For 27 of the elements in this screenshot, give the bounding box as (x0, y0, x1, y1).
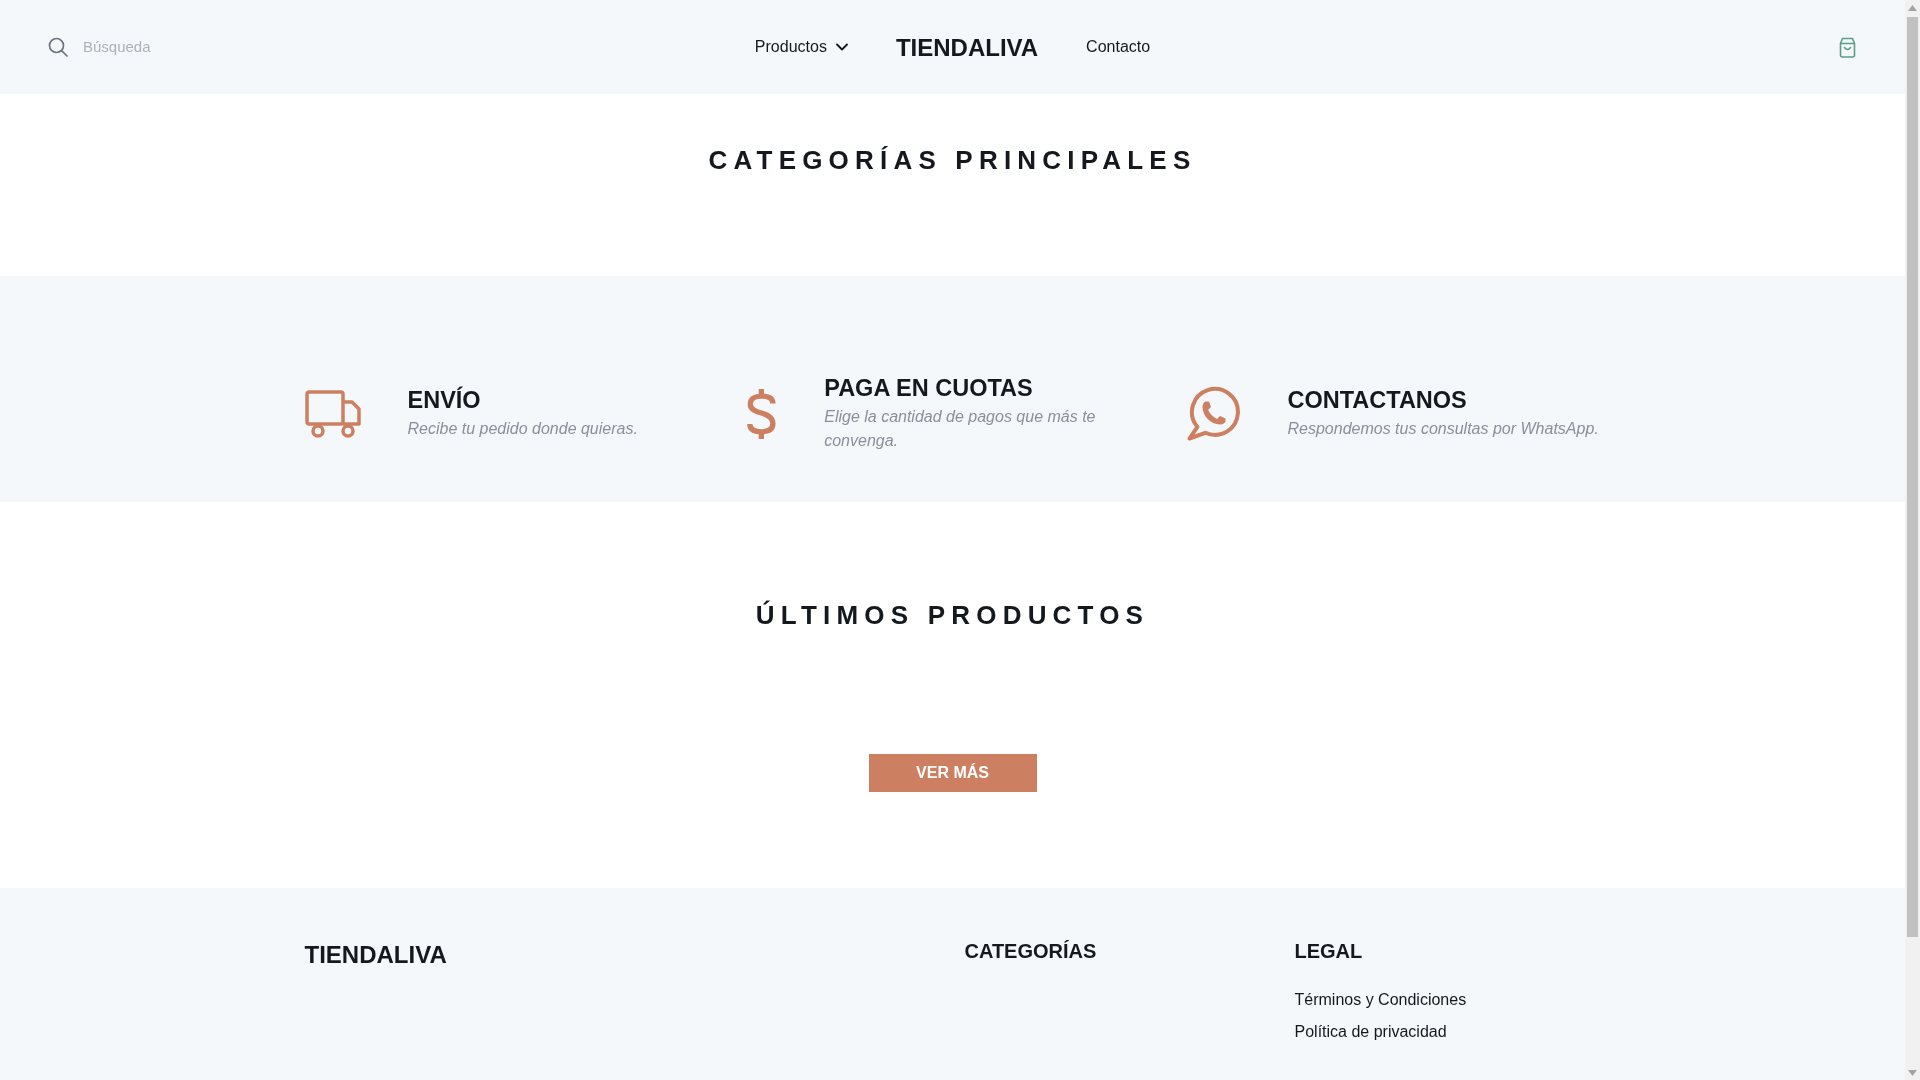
feature-description: Respondemos tus consultas por WhatsApp. (1287, 419, 1600, 439)
shopping-bag-icon[interactable] (1838, 36, 1857, 58)
arrow-down-icon[interactable] (1908, 1070, 1917, 1076)
feature-title: CONTACTANOS (1287, 386, 1468, 414)
dollar-sign-icon (744, 386, 778, 441)
nav-link[interactable]: Contacto (1086, 37, 1151, 57)
search-icon (48, 37, 68, 57)
feature-title: ENVÍO (407, 386, 482, 414)
truck-icon (304, 389, 361, 438)
phone-bubble-icon (1184, 385, 1241, 442)
logo-link[interactable]: TIENDALIVA (895, 32, 1039, 62)
footer-link[interactable]: Política de privacidad (1294, 1023, 1447, 1040)
dropdown-link[interactable]: Productos (754, 37, 848, 57)
feature-title: PAGA EN CUOTAS (824, 374, 1034, 402)
scrollbar-thumb[interactable] (1907, 17, 1918, 938)
arrow-up-icon[interactable] (1908, 5, 1917, 11)
feature-description: Recibe tu pedido donde quieras. (407, 419, 639, 439)
section-title: ÚLTIMOS PRODUCTOS (754, 600, 1151, 631)
feature-description: Elige la cantidad de pagos que más te convenga. (824, 407, 1097, 451)
chevron-down-icon (835, 43, 848, 51)
footer-link[interactable]: Términos y Condiciones (1294, 991, 1467, 1008)
search-field[interactable]: Búsqueda (83, 37, 283, 57)
footer-logo: TIENDALIVA (304, 940, 448, 969)
scrollbar[interactable] (1905, 0, 1920, 1080)
section-title: CATEGORÍAS PRINCIPALES (707, 145, 1198, 176)
footer-heading: CATEGORÍAS (964, 939, 1098, 963)
footer-heading: LEGAL (1294, 939, 1364, 963)
